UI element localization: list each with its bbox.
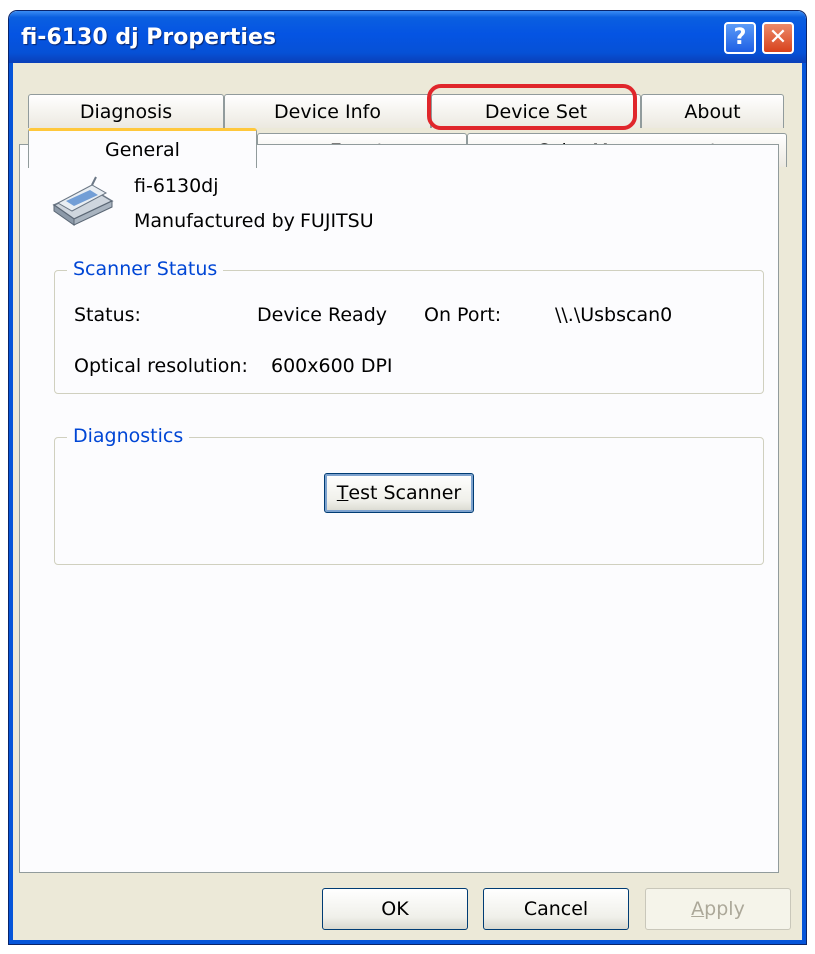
resolution-label: Optical resolution: [74, 355, 248, 377]
title-bar[interactable]: fi-6130 dj Properties ? ✕ [9, 11, 806, 63]
ok-label: OK [381, 898, 409, 920]
apply-button[interactable]: Apply [645, 888, 791, 930]
ok-button[interactable]: OK [322, 888, 468, 930]
tab-device-set[interactable]: Device Set [431, 94, 641, 128]
close-button[interactable]: ✕ [762, 22, 794, 54]
status-label: Status: [74, 304, 141, 326]
tab-label: About [684, 100, 741, 123]
tab-diagnosis[interactable]: Diagnosis [28, 94, 224, 128]
scanner-icon [52, 176, 114, 226]
tab-device-info[interactable]: Device Info [224, 94, 431, 128]
window-title: fi-6130 dj Properties [21, 25, 276, 50]
diagnostics-label: Diagnostics [67, 425, 190, 447]
test-scanner-mnemonic: T [336, 482, 349, 504]
tab-general[interactable]: General [28, 128, 257, 168]
close-icon: ✕ [768, 25, 788, 50]
port-label: On Port: [424, 304, 502, 326]
cancel-label: Cancel [523, 898, 589, 920]
tab-label: Diagnosis [79, 100, 173, 123]
device-name: fi-6130dj [134, 175, 219, 197]
tab-label: Device Info [274, 100, 381, 123]
manufacturer-value: FUJITSU [300, 210, 374, 232]
manufacturer-label: Manufactured by [134, 210, 295, 232]
scanner-status-label: Scanner Status [67, 258, 224, 280]
cancel-button[interactable]: Cancel [483, 888, 629, 930]
general-tab-page: fi-6130dj Manufactured by FUJITSU Scanne… [19, 144, 779, 873]
tab-label: General [105, 138, 180, 161]
apply-mnemonic: A [691, 898, 705, 920]
tab-label: Device Set [484, 100, 588, 123]
resolution-value: 600x600 DPI [271, 355, 393, 377]
test-scanner-label: est Scanner [348, 482, 462, 504]
test-scanner-button[interactable]: Test Scanner [324, 473, 474, 513]
help-button[interactable]: ? [724, 22, 756, 54]
tab-about[interactable]: About [641, 94, 784, 128]
status-value: Device Ready [257, 304, 388, 326]
port-value: \\.\Usbscan0 [555, 304, 673, 326]
help-icon: ? [733, 25, 747, 50]
apply-label: pply [704, 898, 745, 920]
scanner-status-group: Scanner Status Status: Device Ready On P… [54, 258, 764, 394]
diagnostics-group: Diagnostics Test Scanner [54, 425, 764, 565]
